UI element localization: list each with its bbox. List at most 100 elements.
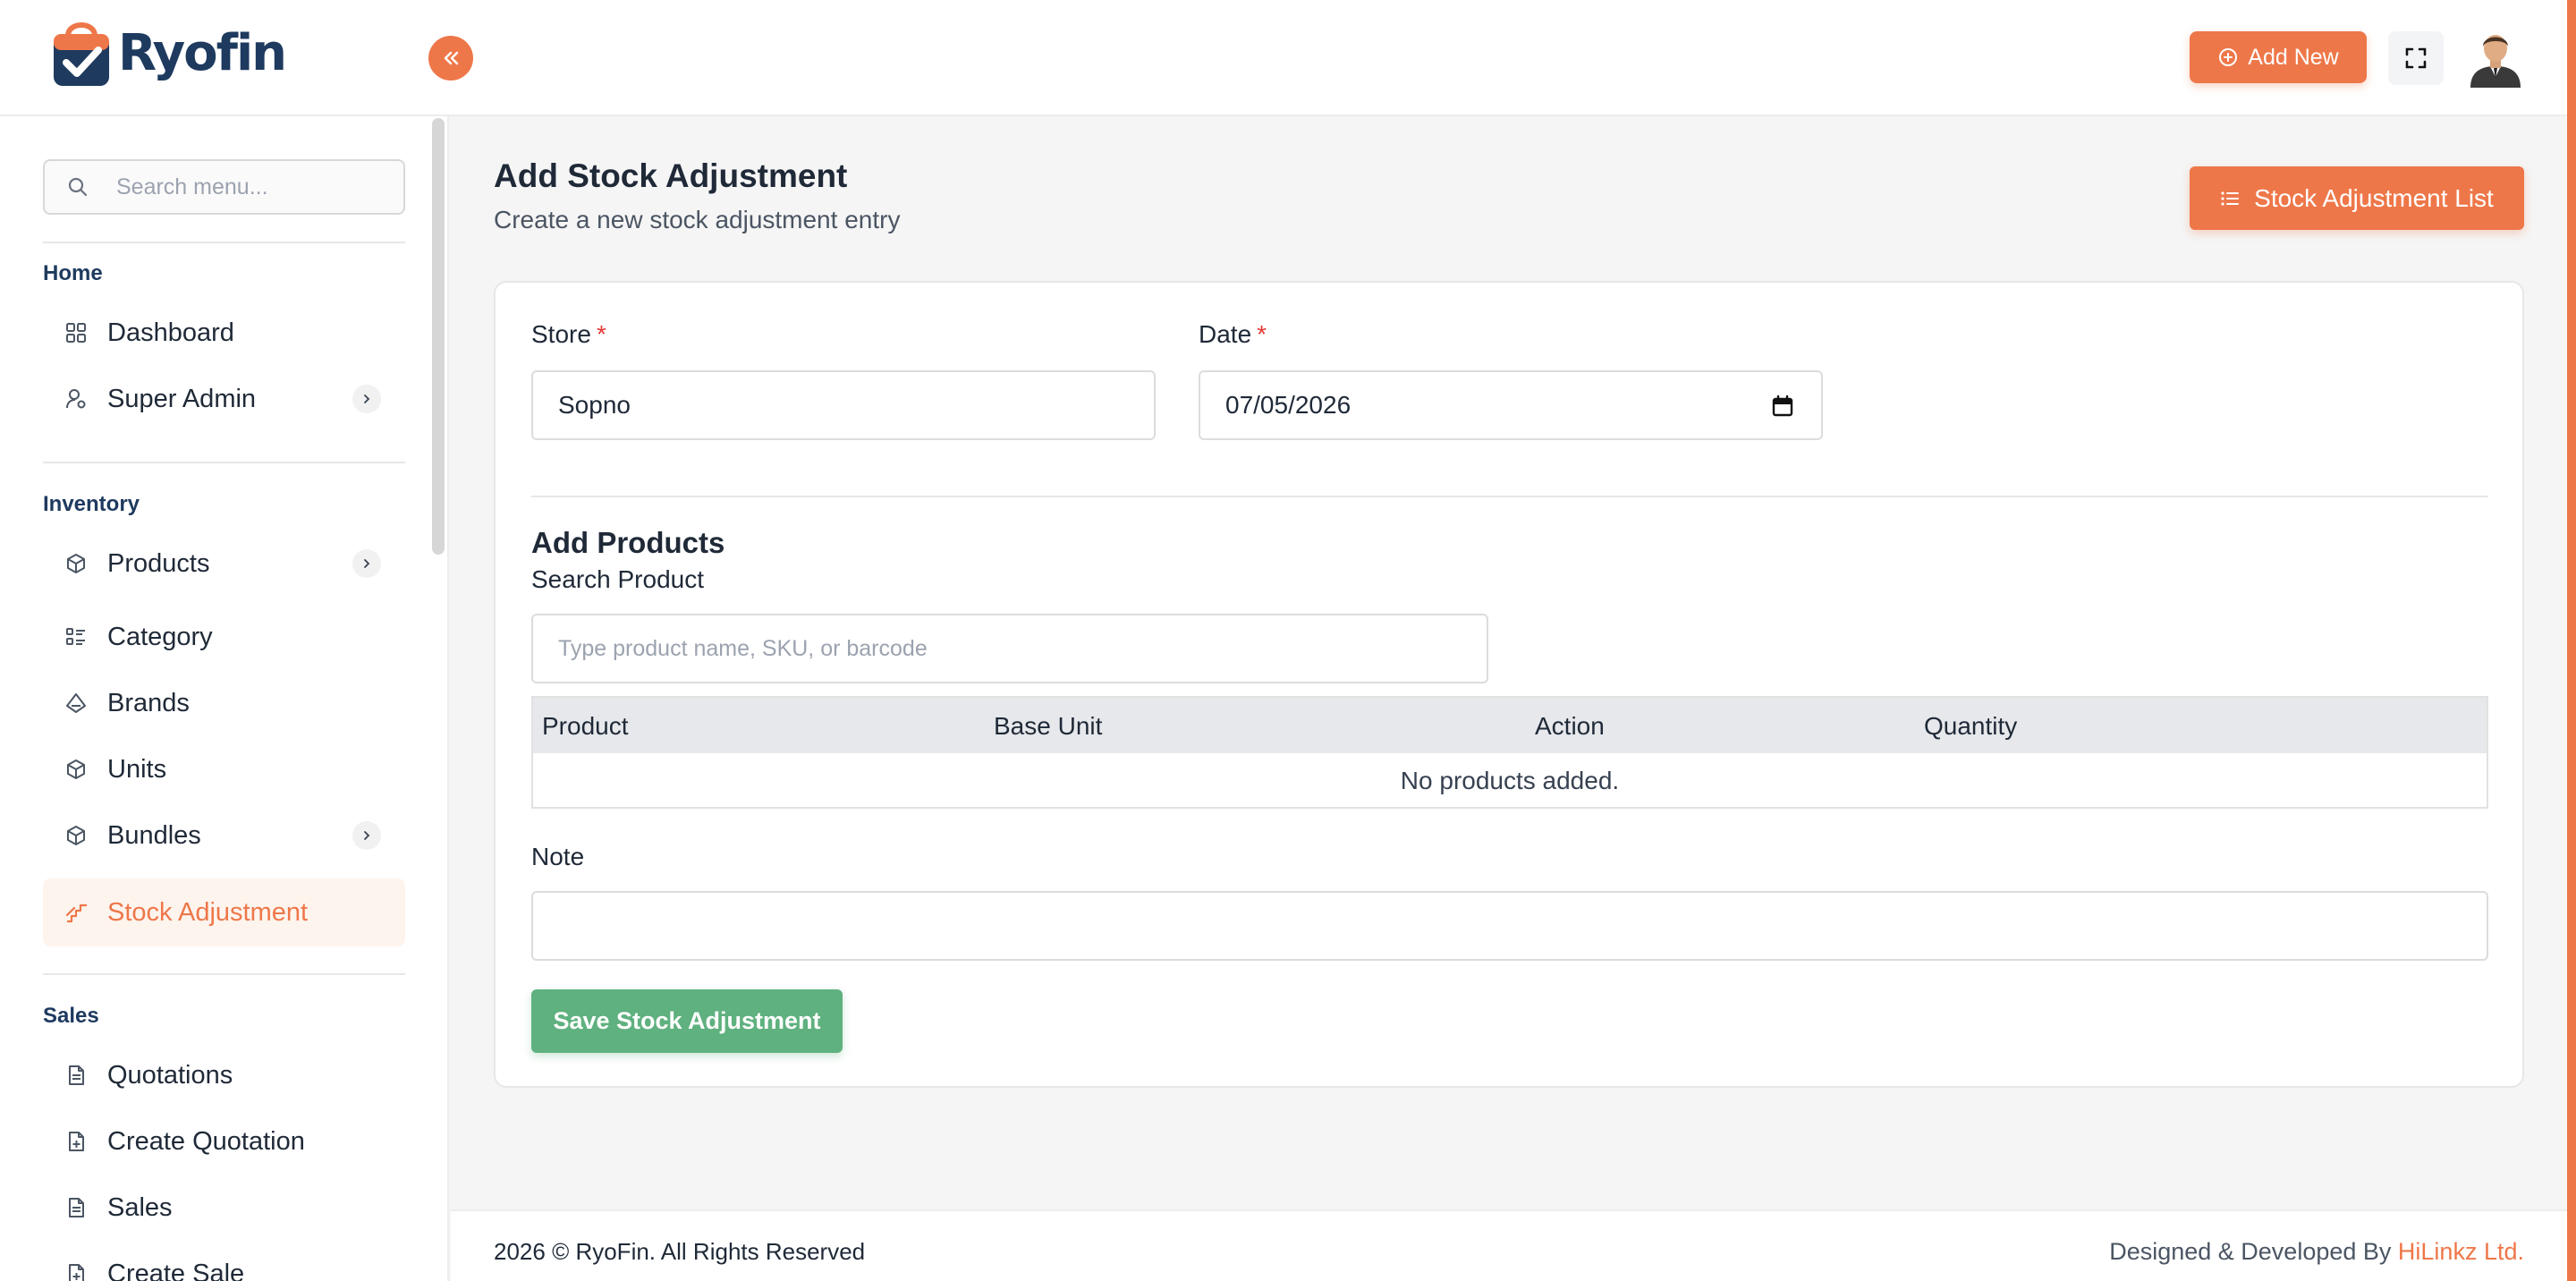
chevron-right-icon[interactable] xyxy=(352,821,381,850)
cube-icon xyxy=(67,759,85,779)
sidebar-item-quotations[interactable]: Quotations xyxy=(43,1041,405,1109)
store-label: Store * xyxy=(531,320,606,349)
store-value: Sopno xyxy=(558,391,631,419)
empty-table-message: No products added. xyxy=(1400,767,1620,794)
sidebar-divider xyxy=(43,242,405,243)
sidebar-item-dashboard[interactable]: Dashboard xyxy=(43,299,405,367)
sidebar-item-products[interactable]: Products xyxy=(43,530,405,598)
section-title-home: Home xyxy=(43,261,103,285)
box-icon xyxy=(67,554,85,573)
sidebar-item-label: Create Sale xyxy=(107,1259,245,1281)
search-product-input[interactable]: Type product name, SKU, or barcode xyxy=(531,614,1488,683)
footer: 2026 © RyoFin. All Rights Reserved Desig… xyxy=(451,1209,2567,1281)
save-stock-adjustment-button[interactable]: Save Stock Adjustment xyxy=(531,989,843,1053)
chevron-right-icon[interactable] xyxy=(352,549,381,578)
sidebar-item-super-admin[interactable]: Super Admin xyxy=(43,365,405,433)
column-header-quantity: Quantity xyxy=(1924,712,2018,740)
date-label: Date * xyxy=(1199,320,1267,349)
column-header-product: Product xyxy=(542,712,629,740)
required-mark: * xyxy=(1257,320,1267,348)
sidebar-item-stock-adjustment[interactable]: Stock Adjustment xyxy=(43,878,405,946)
box-icon xyxy=(67,826,85,845)
plus-circle-icon xyxy=(2219,48,2238,66)
section-title-inventory: Inventory xyxy=(43,492,140,516)
sidebar-item-label: Brands xyxy=(107,688,190,717)
fullscreen-icon xyxy=(2405,47,2427,69)
date-input[interactable]: 07/05/2026 xyxy=(1199,370,1823,440)
sidebar-item-label: Create Quotation xyxy=(107,1126,305,1156)
sidebar-search-input[interactable] xyxy=(116,174,385,200)
list-icon xyxy=(2221,191,2240,206)
sidebar-item-sales[interactable]: Sales xyxy=(43,1174,405,1242)
store-select[interactable]: Sopno xyxy=(531,370,1156,440)
sidebar-divider xyxy=(43,973,405,975)
brand-name: Ryofin xyxy=(118,23,287,82)
user-avatar[interactable] xyxy=(2465,27,2526,88)
required-mark: * xyxy=(596,320,606,348)
footer-copyright: 2026 © RyoFin. All Rights Reserved xyxy=(494,1238,866,1265)
user-gear-icon xyxy=(66,389,86,409)
store-label-text: Store xyxy=(531,320,591,348)
column-header-action: Action xyxy=(1535,712,1605,740)
footer-credits: Designed & Developed By HiLinkz Ltd. xyxy=(2109,1238,2524,1266)
calendar-icon[interactable] xyxy=(1771,394,1794,418)
sidebar-item-label: Dashboard xyxy=(107,318,234,347)
sidebar: Home Dashboard Super Admin Inventory Pro… xyxy=(0,116,449,1281)
page-scrollbar[interactable] xyxy=(2567,0,2576,1281)
products-table: Product Base Unit Action Quantity No pro… xyxy=(531,696,2488,809)
add-new-label: Add New xyxy=(2248,44,2339,70)
designed-by-text: Designed & Developed By xyxy=(2109,1238,2392,1265)
stock-adjustment-list-label: Stock Adjustment List xyxy=(2254,183,2494,212)
search-icon xyxy=(68,177,88,197)
table-header: Product Base Unit Action Quantity xyxy=(533,698,2487,753)
form-card: Store * Sopno Date * 07/05/2026 Add Produc… xyxy=(494,281,2524,1088)
search-product-placeholder: Type product name, SKU, or barcode xyxy=(558,635,928,661)
sidebar-item-label: Super Admin xyxy=(107,384,257,413)
top-header: Ryofin Add New xyxy=(0,0,2576,116)
stairs-icon xyxy=(65,903,87,923)
sidebar-scrollbar[interactable] xyxy=(432,118,445,555)
document-plus-icon xyxy=(69,1264,84,1281)
double-chevron-left-icon xyxy=(444,51,459,65)
stock-adjustment-list-button[interactable]: Stock Adjustment List xyxy=(2190,166,2524,230)
list-icon xyxy=(66,628,85,645)
sidebar-search[interactable] xyxy=(43,159,405,215)
date-value: 07/05/2026 xyxy=(1225,391,1352,419)
sidebar-item-label: Units xyxy=(107,754,167,784)
form-divider xyxy=(531,496,2488,497)
sidebar-item-label: Bundles xyxy=(107,820,201,850)
sidebar-item-label: Quotations xyxy=(107,1060,233,1090)
sidebar-item-label: Category xyxy=(107,622,213,651)
shopping-bag-check-icon xyxy=(54,22,109,86)
date-label-text: Date xyxy=(1199,320,1252,348)
sidebar-item-label: Sales xyxy=(107,1192,173,1222)
add-products-title: Add Products xyxy=(531,526,725,559)
sidebar-item-create-quotation[interactable]: Create Quotation xyxy=(43,1107,405,1175)
sidebar-item-create-sale[interactable]: Create Sale xyxy=(43,1240,405,1281)
search-product-label: Search Product xyxy=(531,565,704,593)
document-icon xyxy=(69,1065,84,1085)
page-subtitle: Create a new stock adjustment entry xyxy=(494,206,901,233)
fullscreen-button[interactable] xyxy=(2388,31,2444,85)
user-avatar-icon xyxy=(2470,35,2521,88)
sidebar-item-label: Products xyxy=(107,548,210,578)
sidebar-item-bundles[interactable]: Bundles xyxy=(43,802,405,870)
document-icon xyxy=(69,1198,84,1217)
column-header-base-unit: Base Unit xyxy=(994,712,1103,740)
add-new-button[interactable]: Add New xyxy=(2190,31,2367,83)
sidebar-item-category[interactable]: Category xyxy=(43,603,405,671)
section-title-sales: Sales xyxy=(43,1004,99,1028)
grid-icon xyxy=(66,323,86,343)
sidebar-item-brands[interactable]: Brands xyxy=(43,669,405,737)
sidebar-item-label: Stock Adjustment xyxy=(107,897,309,927)
page-title: Add Stock Adjustment xyxy=(494,157,848,194)
developer-link[interactable]: HiLinkz Ltd. xyxy=(2398,1238,2524,1265)
sidebar-item-units[interactable]: Units xyxy=(43,735,405,803)
note-label: Note xyxy=(531,843,585,870)
app-logo[interactable]: Ryofin xyxy=(50,16,287,89)
chevron-right-icon[interactable] xyxy=(352,385,381,413)
note-input[interactable] xyxy=(531,891,2488,961)
sidebar-collapse-button[interactable] xyxy=(428,36,473,81)
brand-icon xyxy=(66,693,86,713)
document-plus-icon xyxy=(69,1132,84,1151)
